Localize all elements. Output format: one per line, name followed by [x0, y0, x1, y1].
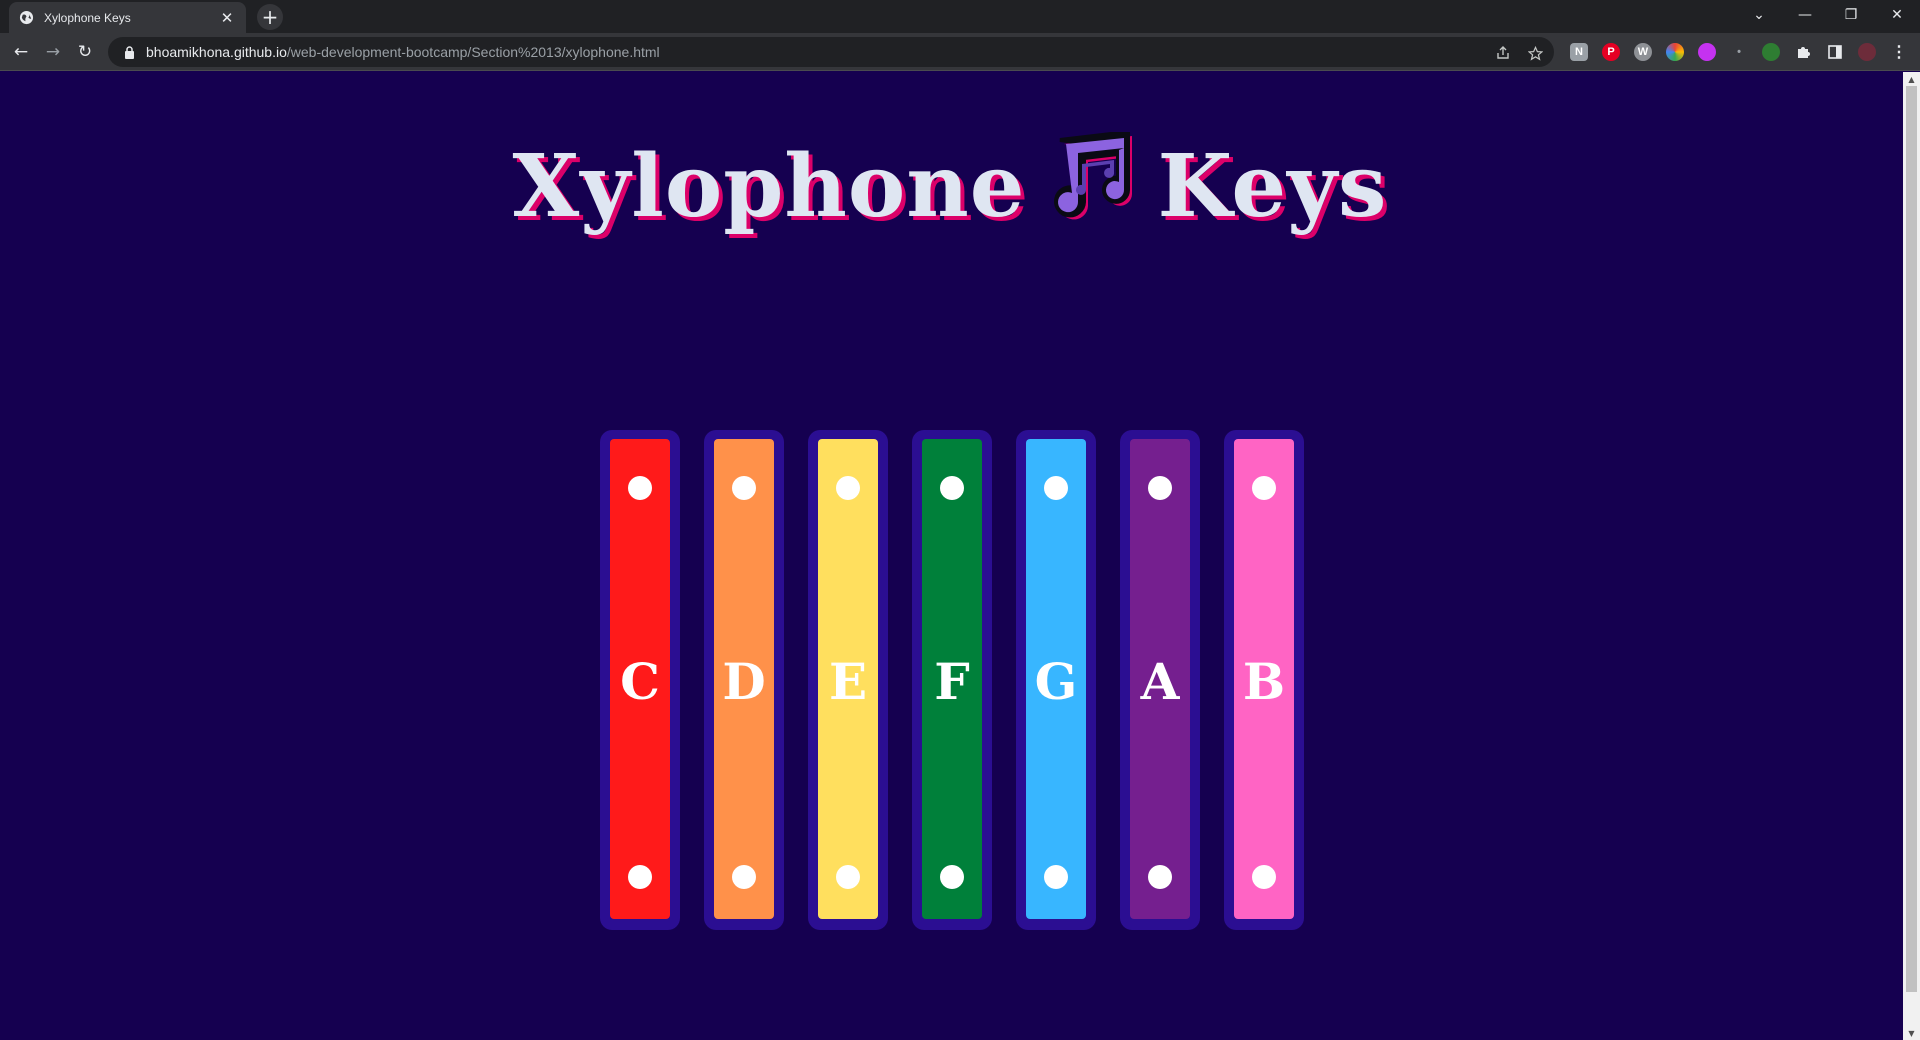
back-button[interactable]: ←: [7, 38, 35, 66]
tab-title: Xylophone Keys: [44, 10, 131, 25]
url-host: bhoamikhona.github.io: [146, 44, 287, 60]
minimize-button[interactable]: —: [1782, 0, 1828, 30]
tree-icon[interactable]: [1762, 43, 1780, 61]
share-icon[interactable]: [1494, 44, 1512, 62]
reload-button[interactable]: ↻: [71, 38, 99, 66]
key-label: B: [1242, 651, 1286, 711]
key-b-button[interactable]: B: [1234, 439, 1294, 919]
window-controls: ⌄ — ❐ ✕: [1736, 0, 1920, 30]
close-tab-icon[interactable]: ✕: [218, 9, 236, 27]
key-c-button[interactable]: C: [610, 439, 670, 919]
close-window-button[interactable]: ✕: [1874, 0, 1920, 30]
page-title: Xylophone Keys: [0, 129, 1900, 237]
key-frame-c: C: [600, 430, 680, 930]
side-panel-icon[interactable]: [1826, 43, 1844, 61]
address-bar[interactable]: bhoamikhona.github.io/web-development-bo…: [108, 37, 1554, 67]
scroll-thumb[interactable]: [1906, 86, 1917, 992]
key-d-button[interactable]: D: [714, 439, 774, 919]
key-label: E: [828, 651, 868, 711]
title-left: Xylophone: [512, 136, 1026, 237]
bookmark-star-icon[interactable]: [1526, 44, 1544, 62]
key-label: C: [620, 651, 660, 711]
tab-bar: Xylophone Keys ✕ + ⌄ — ❐ ✕: [0, 0, 1920, 33]
puzzle-icon[interactable]: [1794, 43, 1812, 61]
key-e-button[interactable]: E: [818, 439, 878, 919]
key-frame-f: F: [912, 430, 992, 930]
color-picker-icon[interactable]: [1666, 43, 1684, 61]
page-scrollbar[interactable]: ▲ ▼: [1903, 72, 1920, 1040]
key-a-button[interactable]: A: [1130, 439, 1190, 919]
extension-dot-icon[interactable]: •: [1730, 43, 1748, 61]
url-path: /web-development-bootcamp/Section%2013/x…: [286, 44, 660, 60]
key-frame-g: G: [1016, 430, 1096, 930]
musical-notes-icon: [1046, 129, 1138, 224]
restore-button[interactable]: ❐: [1828, 0, 1874, 30]
browser-tab[interactable]: Xylophone Keys ✕: [9, 2, 246, 33]
key-frame-e: E: [808, 430, 888, 930]
extension-purple-icon[interactable]: [1698, 43, 1716, 61]
globe-icon: [19, 10, 34, 25]
key-label: A: [1140, 651, 1180, 711]
xylophone-keys: CDEFGAB: [600, 430, 1304, 930]
scroll-up-icon[interactable]: ▲: [1903, 72, 1920, 86]
tab-search-icon[interactable]: ⌄: [1736, 0, 1782, 30]
key-g-button[interactable]: G: [1026, 439, 1086, 919]
lock-icon[interactable]: [122, 45, 136, 59]
key-frame-d: D: [704, 430, 784, 930]
extension-w-icon[interactable]: W: [1634, 43, 1652, 61]
key-label: F: [934, 651, 970, 711]
pinterest-icon[interactable]: P: [1602, 43, 1620, 61]
profile-avatar[interactable]: [1858, 43, 1876, 61]
key-frame-a: A: [1120, 430, 1200, 930]
url-text[interactable]: bhoamikhona.github.io/web-development-bo…: [146, 44, 660, 60]
extension-n-icon[interactable]: N: [1570, 43, 1588, 61]
key-frame-b: B: [1224, 430, 1304, 930]
scroll-down-icon[interactable]: ▼: [1903, 1026, 1920, 1040]
menu-icon[interactable]: ⋮: [1890, 43, 1908, 61]
title-right: Keys: [1157, 136, 1388, 237]
new-tab-button[interactable]: +: [257, 4, 283, 30]
key-f-button[interactable]: F: [922, 439, 982, 919]
key-label: G: [1034, 651, 1078, 711]
page-content: Xylophone Keys C D E F G A B: [0, 72, 1900, 1040]
browser-toolbar: ← → ↻ bhoamikhona.github.io/web-developm…: [0, 33, 1920, 71]
key-label: D: [722, 651, 766, 711]
forward-button[interactable]: →: [39, 38, 67, 66]
